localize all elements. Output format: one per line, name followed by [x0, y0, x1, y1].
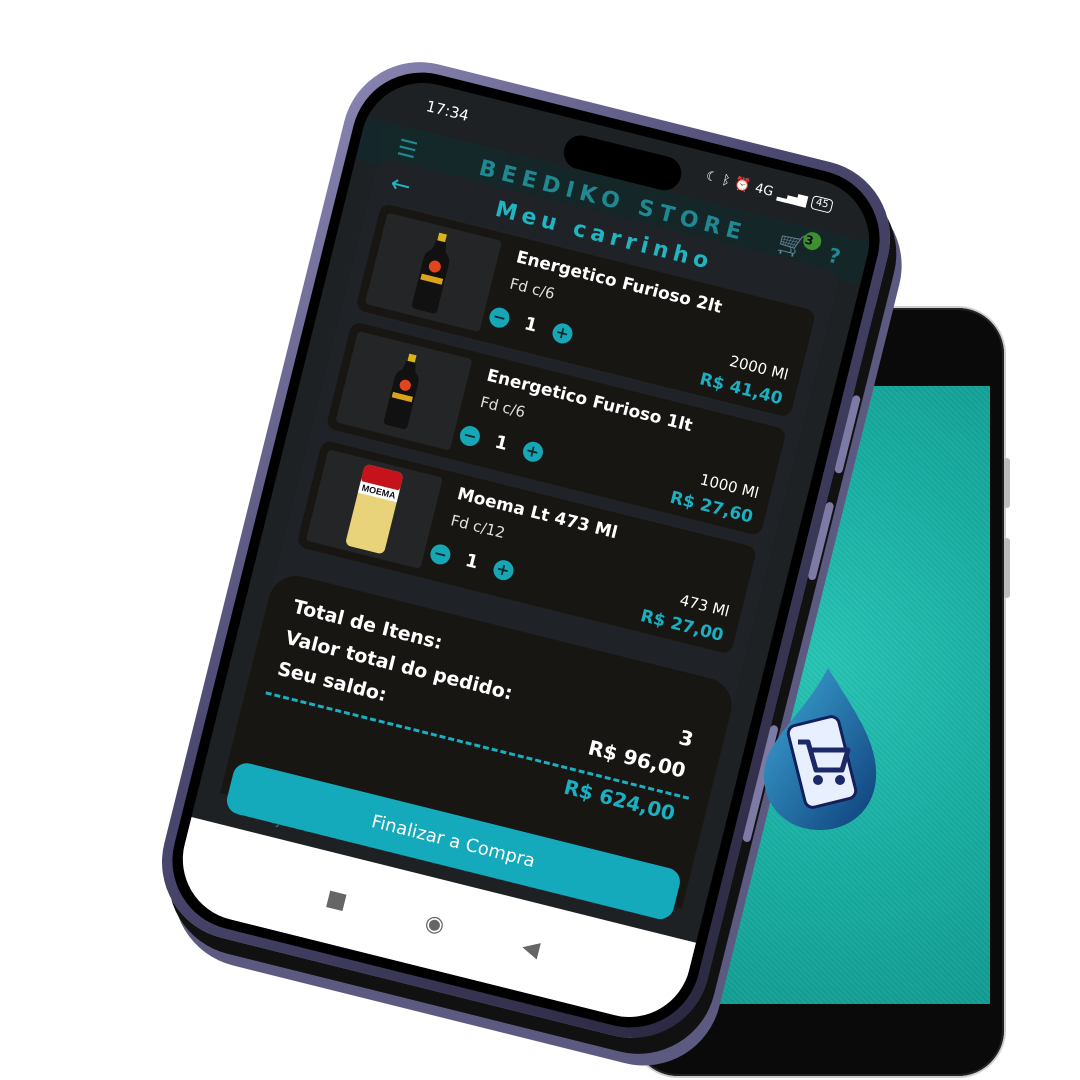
moon-icon: ☾ — [704, 168, 720, 186]
item-pack: Fd c/6 — [478, 392, 528, 422]
product-image — [364, 212, 503, 333]
increase-quantity-button[interactable]: + — [550, 320, 575, 345]
product-image: MOEMA — [305, 449, 444, 569]
item-pack: Fd c/12 — [448, 511, 507, 543]
status-time: 17:34 — [424, 97, 471, 125]
can-icon: MOEMA — [346, 464, 403, 554]
quantity-value: 1 — [492, 431, 510, 456]
signal-icon: ▂▄▆ — [776, 186, 809, 208]
quantity-stepper: − 1 + — [487, 305, 575, 346]
side-key — [1004, 538, 1010, 598]
quantity-value: 1 — [463, 550, 481, 574]
app-logo-icon — [764, 668, 877, 830]
battery-icon: 45 — [810, 195, 834, 214]
menu-icon[interactable]: ☰ — [395, 135, 426, 165]
total-items-value: 3 — [676, 725, 696, 752]
bluetooth-icon: ᛒ — [720, 172, 732, 189]
increase-quantity-button[interactable]: + — [491, 557, 516, 582]
quantity-stepper: − 1 + — [457, 423, 545, 464]
network-label: 4G — [753, 180, 775, 200]
quantity-value: 1 — [522, 313, 540, 337]
increase-quantity-button[interactable]: + — [520, 439, 545, 464]
decrease-quantity-button[interactable]: − — [428, 541, 453, 567]
home-icon[interactable]: ◉ — [422, 910, 447, 939]
bottle-icon — [383, 353, 419, 430]
item-pack: Fd c/6 — [507, 274, 557, 304]
side-key — [1004, 458, 1010, 508]
alarm-icon: ⏰ — [732, 175, 753, 194]
help-icon[interactable]: ? — [826, 243, 849, 271]
quantity-stepper: − 1 + — [428, 541, 516, 582]
back-icon[interactable]: ◀ — [520, 934, 542, 962]
bottle-icon — [412, 232, 450, 314]
product-image — [335, 330, 473, 451]
decrease-quantity-button[interactable]: − — [487, 305, 512, 330]
recent-apps-icon[interactable]: ■ — [324, 885, 350, 914]
decrease-quantity-button[interactable]: − — [457, 423, 483, 448]
